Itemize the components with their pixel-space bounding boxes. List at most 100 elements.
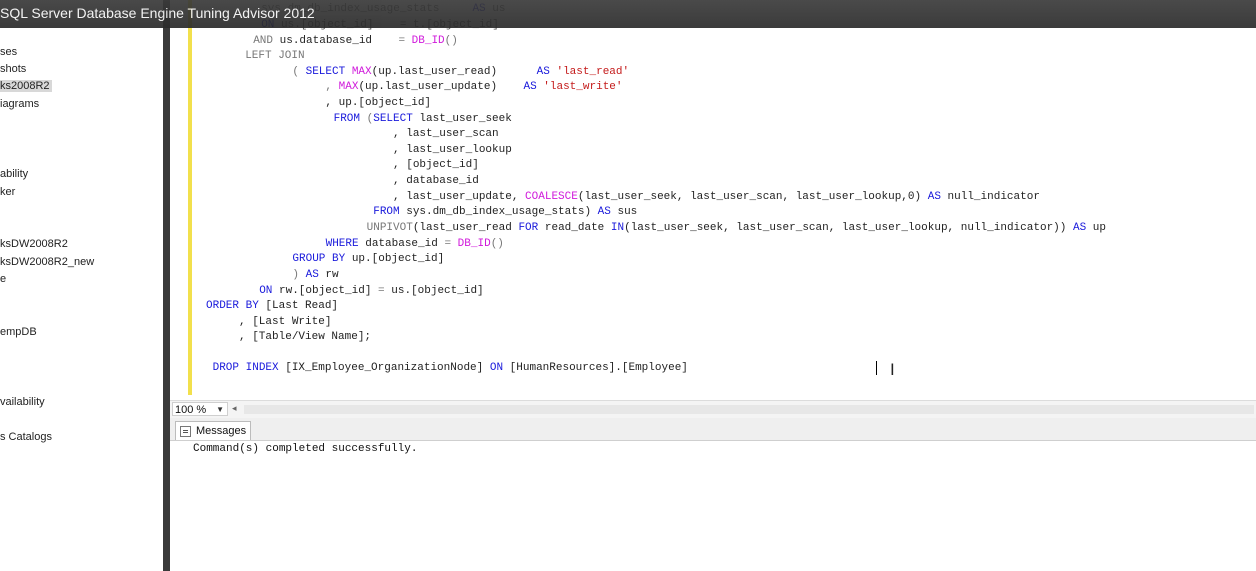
tree-node[interactable]: ks2008R2	[0, 80, 52, 92]
code-line: AND us.database_id = DB_ID()	[240, 34, 458, 49]
code-token: us.[object_id]	[384, 285, 484, 297]
code-token: FROM	[373, 206, 400, 218]
code-token: (last_user_seek, last_user_scan, last_us…	[577, 191, 928, 203]
code-token: DROP INDEX	[212, 362, 279, 374]
code-token: , up.[object_id]	[266, 97, 432, 109]
code-token: up.[object_id]	[345, 253, 445, 265]
messages-icon	[180, 426, 191, 437]
code-token: )	[266, 269, 306, 281]
code-line: ( SELECT MAX(up.last_user_read) AS 'last…	[266, 65, 629, 80]
code-token: AS	[305, 269, 319, 281]
tree-node[interactable]: iagrams	[0, 98, 39, 110]
tree-node[interactable]: ability	[0, 168, 28, 180]
results-tab-bar: Messages	[170, 418, 1256, 441]
editor-status-strip: 100 % ▼ ◂	[170, 400, 1256, 418]
code-token: AS	[523, 81, 537, 93]
code-token: LEFT JOIN	[245, 50, 305, 62]
code-line: LEFT JOIN	[232, 49, 305, 64]
code-token: [HumanResources].[Employee]	[503, 362, 688, 374]
code-token: sys.dm_db_index_usage_stats)	[399, 206, 598, 218]
code-token: ()	[490, 238, 504, 250]
code-token: , last_user_scan	[294, 128, 499, 140]
code-token: us.database_id	[273, 35, 399, 47]
code-token: (last_user_read	[412, 222, 519, 234]
code-token: GROUP BY	[292, 253, 346, 265]
code-line: , [object_id]	[294, 158, 479, 173]
code-token: AS	[1072, 222, 1087, 234]
code-token: sus	[610, 206, 638, 218]
code-line: , last_user_lookup	[294, 143, 512, 158]
code-token: WHERE	[325, 238, 359, 250]
code-token: AS	[536, 66, 550, 78]
tree-node[interactable]: e	[0, 273, 6, 285]
title-bar: SQL Server Database Engine Tuning Adviso…	[0, 0, 1256, 28]
code-token: AND	[253, 35, 274, 47]
code-line: WHERE database_id = DB_ID()	[286, 237, 504, 252]
code-token: (up.last_user_update)	[358, 81, 524, 93]
tab-messages-label: Messages	[196, 425, 247, 437]
code-token: , last_user_update,	[294, 191, 526, 203]
code-line: ORDER BY [Last Read]	[206, 299, 338, 314]
tree-node[interactable]: ksDW2008R2_new	[0, 256, 94, 268]
code-token: , [Last Write]	[206, 316, 332, 328]
tree-node[interactable]: ksDW2008R2	[0, 238, 68, 250]
tab-messages[interactable]: Messages	[175, 421, 251, 440]
window-title: SQL Server Database Engine Tuning Adviso…	[0, 5, 315, 21]
code-token: ()	[444, 35, 458, 47]
code-token: DB_ID	[457, 238, 491, 250]
code-line: UNPIVOT(last_user_read FOR read_date IN(…	[294, 221, 1106, 236]
code-token: , [object_id]	[294, 159, 479, 171]
code-token: rw.[object_id]	[272, 285, 379, 297]
object-explorer-tree[interactable]: ses shots ks2008R2 iagrams ability ker ksDW200…	[0, 0, 163, 571]
code-token: DB_ID	[411, 35, 445, 47]
code-line: , [Table/View Name];	[206, 330, 371, 345]
code-token: FOR	[518, 222, 539, 234]
code-token: SELECT	[373, 113, 413, 125]
code-token: ORDER BY	[206, 300, 259, 312]
tree-node[interactable]: s Catalogs	[0, 431, 52, 443]
code-token: (last_user_seek, last_user_scan, last_us…	[624, 222, 1073, 234]
scroll-left-icon[interactable]: ◂	[232, 403, 237, 414]
tree-node[interactable]: ses	[0, 46, 17, 58]
code-line: , last_user_update, COALESCE(last_user_s…	[294, 190, 1040, 205]
code-token: [Last Read]	[258, 300, 339, 312]
tree-node[interactable]: shots	[0, 63, 26, 75]
text-caret	[876, 361, 877, 375]
code-token: ON	[489, 362, 504, 374]
code-token: , database_id	[294, 175, 479, 187]
query-editor[interactable]: sys.dm_db_index_usage_stats AS us ON us.…	[170, 0, 1256, 400]
code-line: ) AS rw	[266, 268, 338, 283]
messages-output: Command(s) completed successfully.	[193, 443, 418, 455]
horizontal-scrollbar[interactable]	[244, 405, 1254, 414]
code-token: last_user_seek	[412, 113, 512, 125]
code-token: =	[378, 285, 385, 297]
tree-node[interactable]: ker	[0, 186, 15, 198]
code-token: ON	[259, 285, 273, 297]
tree-node[interactable]: empDB	[0, 326, 37, 338]
code-token: (up.last_user_read)	[371, 66, 537, 78]
code-token: UNPIVOT	[294, 222, 413, 234]
results-pane: Messages Command(s) completed successful…	[170, 418, 1256, 571]
code-line: GROUP BY up.[object_id]	[266, 252, 444, 267]
code-line: FROM sys.dm_db_index_usage_stats) AS sus	[294, 205, 637, 220]
code-token: read_date	[538, 222, 611, 234]
pane-splitter[interactable]	[163, 0, 170, 571]
code-token: IN	[610, 222, 625, 234]
code-token: , last_user_lookup	[294, 144, 512, 156]
code-token: MAX	[338, 81, 359, 93]
zoom-select[interactable]: 100 % ▼	[172, 402, 228, 416]
code-line: , [Last Write]	[206, 315, 331, 330]
code-line: , MAX(up.last_user_update) AS 'last_writ…	[266, 80, 622, 95]
code-line: FROM (SELECT last_user_seek	[294, 112, 512, 127]
tree-node[interactable]: vailability	[0, 396, 45, 408]
code-token: AS	[597, 206, 611, 218]
chevron-down-icon: ▼	[216, 405, 224, 414]
